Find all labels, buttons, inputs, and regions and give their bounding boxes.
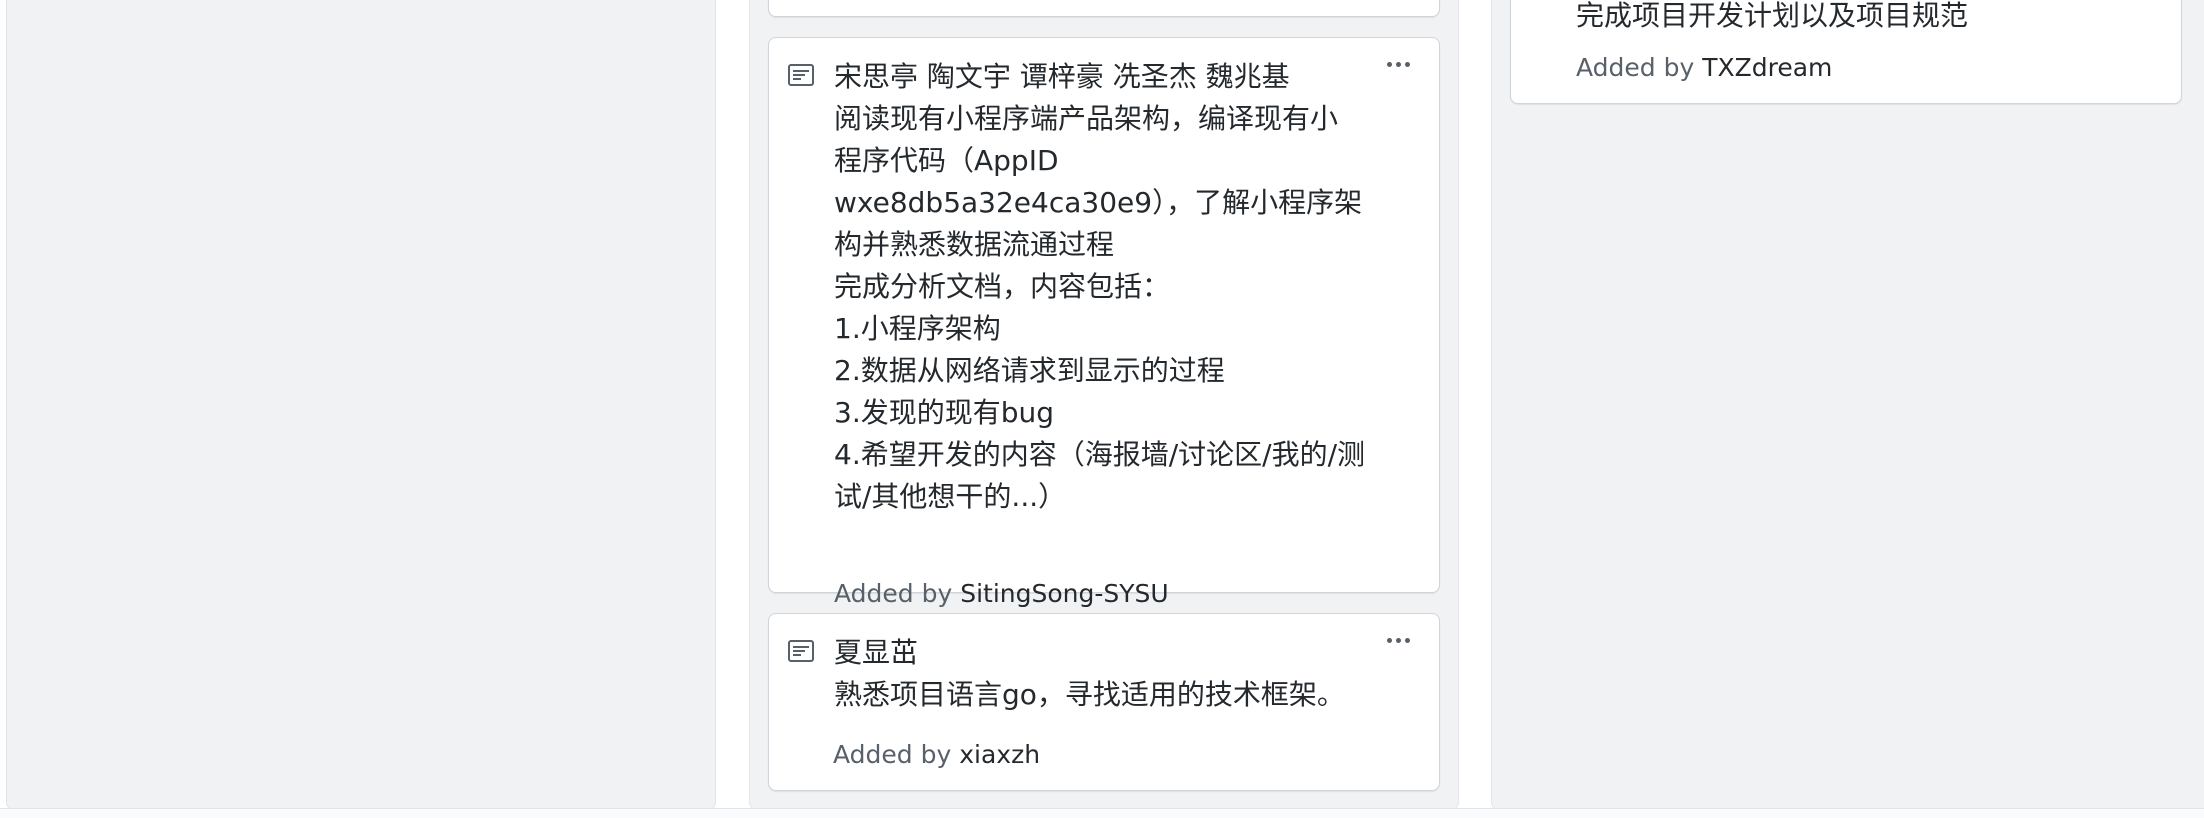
card-added-by: Added by xiaxzh: [833, 740, 1040, 769]
project-card-partial[interactable]: [768, 0, 1440, 17]
project-column-left: [6, 0, 716, 810]
card-note-text: 完成项目开发计划以及项目规范: [1576, 0, 1969, 32]
card-note-text: 宋思亭 陶文宇 谭梓豪 冼圣杰 魏兆基 阅读现有小程序端产品架构，编译现有小 程…: [834, 60, 1366, 513]
project-card-note[interactable]: 完成项目开发计划以及项目规范 Added by TXZdream: [1510, 0, 2182, 104]
author-link[interactable]: SitingSong-SYSU: [960, 579, 1168, 608]
board-footer-strip: [0, 808, 2204, 818]
project-column-right: [1491, 0, 2204, 810]
author-link[interactable]: TXZdream: [1702, 53, 1832, 82]
added-by-label: Added by: [834, 579, 953, 608]
author-link[interactable]: xiaxzh: [959, 740, 1040, 769]
card-added-by: Added by TXZdream: [1576, 53, 1832, 82]
added-by-label: Added by: [833, 740, 952, 769]
project-card-note[interactable]: 宋思亭 陶文宇 谭梓豪 冼圣杰 魏兆基 阅读现有小程序端产品架构，编译现有小 程…: [768, 37, 1440, 608]
note-icon: [788, 64, 814, 86]
note-icon: [788, 640, 814, 662]
card-added-by: Added by SitingSong-SYSU: [834, 579, 1169, 608]
added-by-label: Added by: [1576, 53, 1695, 82]
card-note-text: 夏显茁 熟悉项目语言go，寻找适用的技术框架。: [834, 636, 1345, 711]
